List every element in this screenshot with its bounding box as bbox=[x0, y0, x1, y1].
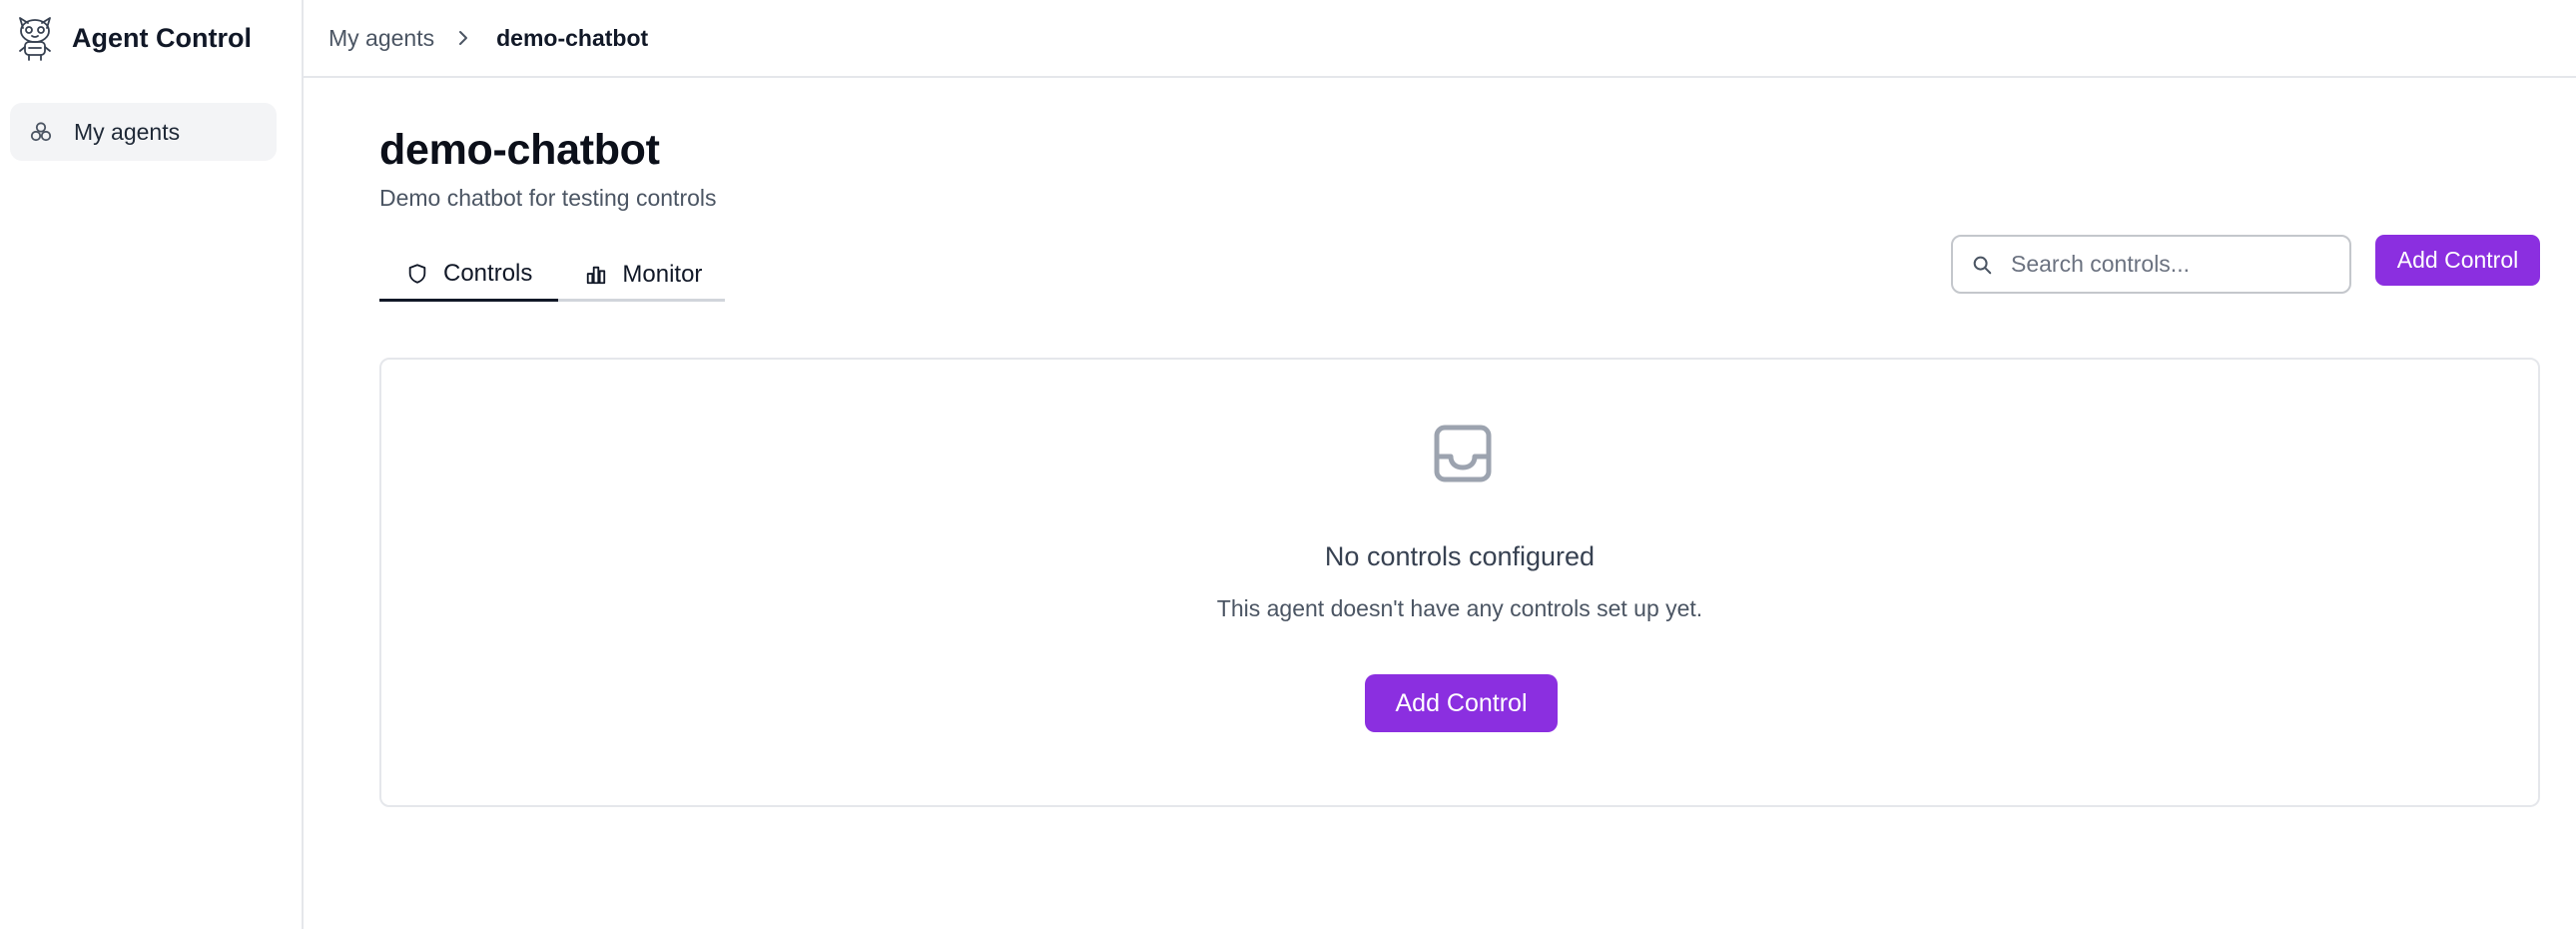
page-subtitle: Demo chatbot for testing controls bbox=[379, 185, 717, 211]
inbox-icon bbox=[1433, 424, 1493, 483]
empty-state-text: This agent doesn't have any controls set… bbox=[1216, 595, 1703, 621]
chevron-right-icon bbox=[450, 25, 476, 51]
brand[interactable]: Agent Control bbox=[0, 0, 302, 76]
robot-mascot-icon bbox=[14, 13, 56, 63]
shield-icon bbox=[405, 262, 429, 286]
breadcrumb: My agents demo-chatbot bbox=[304, 0, 2576, 78]
search-icon bbox=[1969, 252, 1995, 278]
breadcrumb-current: demo-chatbot bbox=[496, 24, 649, 51]
search-input[interactable] bbox=[2011, 251, 2340, 278]
empty-state-title: No controls configured bbox=[1324, 541, 1596, 571]
tab-monitor[interactable]: Monitor bbox=[558, 248, 728, 302]
sidebar-item-label: My agents bbox=[74, 118, 181, 145]
add-control-button[interactable]: Add Control bbox=[2375, 235, 2540, 286]
sidebar-nav: My agents bbox=[0, 76, 302, 161]
tab-label: Controls bbox=[443, 259, 533, 287]
empty-state-card: No controls configured This agent doesn'… bbox=[379, 358, 2540, 807]
app-title: Agent Control bbox=[72, 22, 252, 53]
breadcrumb-link-my-agents[interactable]: My agents bbox=[328, 25, 434, 52]
main-area: My agents demo-chatbot demo-chatbot Demo… bbox=[304, 0, 2576, 929]
tabs: Controls Monitor bbox=[379, 248, 725, 302]
bar-chart-icon bbox=[584, 263, 608, 287]
sidebar-item-my-agents[interactable]: My agents bbox=[10, 103, 277, 161]
tab-controls[interactable]: Controls bbox=[379, 248, 559, 302]
agents-cluster-icon bbox=[28, 119, 54, 145]
page-title: demo-chatbot bbox=[379, 126, 660, 174]
app-window: Agent Control My agents My agents demo-c… bbox=[0, 0, 2576, 929]
empty-state-add-control-button[interactable]: Add Control bbox=[1365, 674, 1558, 732]
sidebar: Agent Control My agents bbox=[0, 0, 304, 929]
tab-label: Monitor bbox=[622, 261, 703, 288]
search-box[interactable] bbox=[1951, 235, 2351, 294]
